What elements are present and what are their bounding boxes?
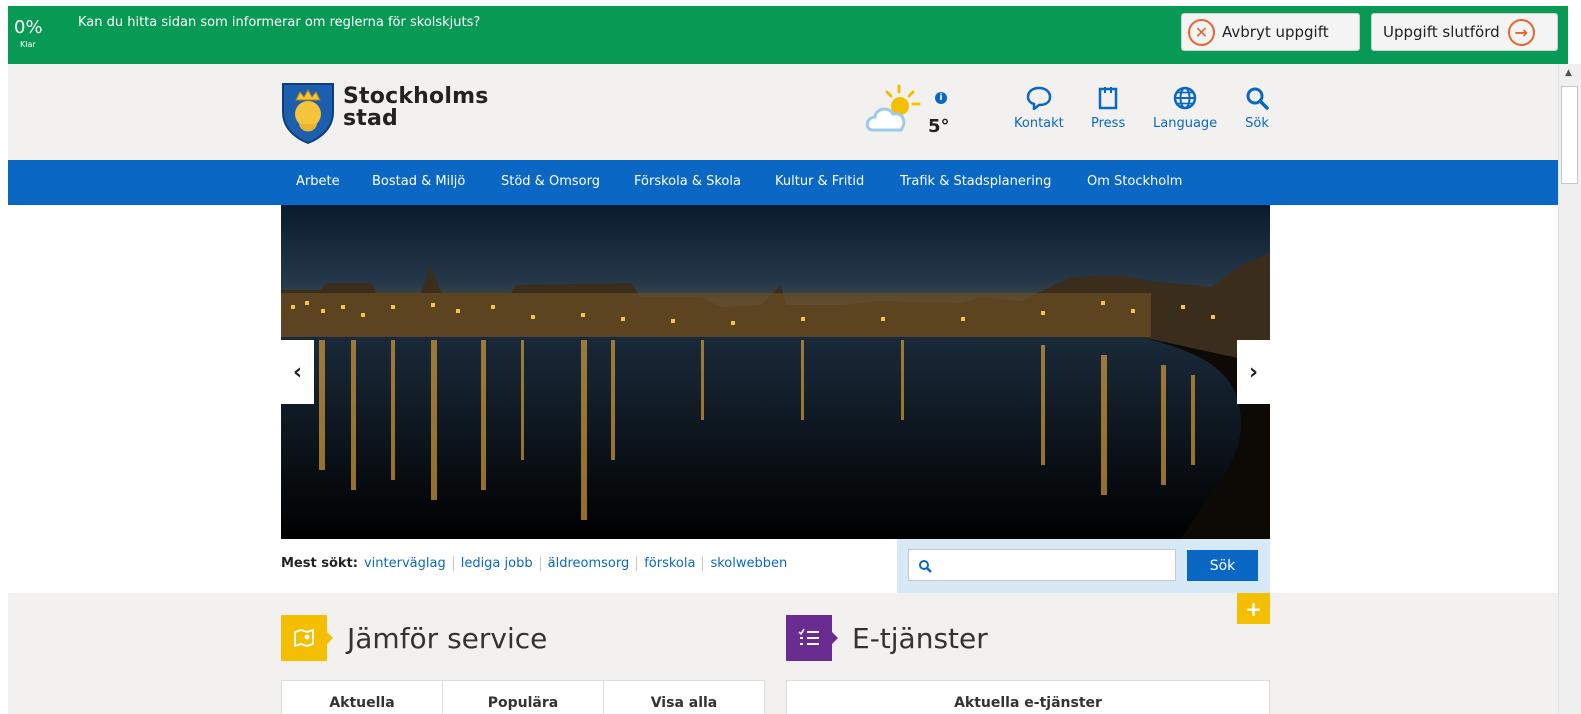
header-link-kontakt[interactable]: Kontakt	[1014, 86, 1064, 131]
eservices-heading[interactable]: E-tjänster	[786, 615, 988, 661]
speech-bubble-icon	[1026, 86, 1052, 110]
progress-indicator: 0% Klar	[14, 17, 43, 50]
nav-item-stod-omsorg[interactable]: Stöd & Omsorg	[501, 174, 600, 189]
abort-task-label: Avbryt uppgift	[1222, 23, 1329, 41]
checklist-icon	[786, 615, 838, 661]
site-logo[interactable]: Stockholms stad	[281, 82, 488, 144]
close-icon: ✕	[1188, 18, 1215, 46]
search-button[interactable]: Sök	[1187, 550, 1258, 581]
task-question: Kan du hitta sidan som informerar om reg…	[78, 15, 481, 30]
nav-item-arbete[interactable]: Arbete	[296, 174, 340, 189]
compare-service-heading[interactable]: Jämför service	[281, 615, 547, 661]
task-bar-inner: 0% Klar Kan du hitta sidan som informera…	[8, 6, 1568, 64]
site-header: Stockholms stad i 5° Kontakt Press Langu…	[8, 64, 1558, 160]
services-section: + Jämför service E-tjänster Aktuella Pop…	[8, 593, 1558, 714]
header-link-label: Press	[1091, 116, 1126, 131]
search-icon	[1246, 87, 1269, 110]
nav-item-trafik-stadsplanering[interactable]: Trafik & Stadsplanering	[900, 174, 1051, 189]
nav-item-forskola-skola[interactable]: Förskola & Skola	[634, 174, 741, 189]
page-scrollbar[interactable]: ▲	[1558, 64, 1581, 714]
weather-widget[interactable]: i 5°	[863, 84, 953, 144]
task-complete-button[interactable]: Uppgift slutförd →	[1371, 13, 1558, 51]
most-searched-link[interactable]: lediga jobb	[452, 556, 540, 571]
carousel-next-button[interactable]: ›	[1237, 340, 1270, 404]
compare-service-tabs: Aktuella Populära Visa alla	[281, 680, 765, 714]
temperature: 5°	[928, 116, 950, 137]
coat-of-arms-icon	[282, 83, 334, 144]
site-search: Sök	[897, 539, 1270, 593]
progress-label: Klar	[20, 40, 36, 49]
tab-visa-alla[interactable]: Visa alla	[604, 681, 764, 714]
chevron-right-icon: ›	[1248, 359, 1259, 385]
hero-image	[281, 205, 1270, 539]
main-navigation: Arbete Bostad & Miljö Stöd & Omsorg Förs…	[8, 160, 1558, 205]
nav-item-bostad-miljo[interactable]: Bostad & Miljö	[372, 174, 465, 189]
tab-aktuella[interactable]: Aktuella	[282, 681, 443, 714]
nav-item-om-stockholm[interactable]: Om Stockholm	[1087, 174, 1182, 189]
info-icon[interactable]: i	[935, 92, 947, 104]
search-icon	[919, 560, 932, 573]
progress-percent: 0%	[14, 17, 43, 38]
most-searched-link[interactable]: vinterväglag	[364, 556, 453, 571]
task-complete-label: Uppgift slutförd	[1383, 23, 1500, 41]
expand-plus-button[interactable]: +	[1237, 593, 1270, 624]
eservices-title: E-tjänster	[852, 621, 988, 655]
tab-populara[interactable]: Populära	[443, 681, 604, 714]
logo-line-2: stad	[343, 106, 399, 131]
search-input[interactable]	[908, 549, 1176, 581]
most-searched: Mest sökt: vinterväglag lediga jobb äldr…	[281, 556, 794, 571]
header-link-label: Language	[1153, 116, 1218, 131]
hero-carousel: ‹ ›	[281, 205, 1270, 539]
header-link-press[interactable]: Press	[1091, 86, 1125, 131]
scrollbar-thumb[interactable]	[1561, 86, 1578, 184]
scroll-up-icon[interactable]: ▲	[1565, 68, 1572, 78]
header-link-label: Sök	[1245, 116, 1269, 131]
chevron-left-icon: ‹	[292, 359, 303, 385]
header-link-label: Kontakt	[1014, 116, 1064, 131]
map-pin-icon	[281, 615, 333, 661]
most-searched-link[interactable]: skolwebben	[702, 556, 794, 571]
nav-item-kultur-fritid[interactable]: Kultur & Fritid	[775, 174, 864, 189]
most-searched-link[interactable]: äldreomsorg	[539, 556, 637, 571]
task-bar: 0% Klar Kan du hitta sidan som informera…	[0, 0, 1581, 65]
notepad-icon	[1098, 87, 1118, 110]
arrow-right-icon: →	[1507, 18, 1535, 46]
most-searched-link[interactable]: förskola	[636, 556, 702, 571]
header-link-search[interactable]: Sök	[1245, 86, 1269, 131]
logo-line-1: Stockholms	[343, 84, 489, 109]
tab-aktuella-etjanster[interactable]: Aktuella e-tjänster	[786, 680, 1270, 714]
logo-text: Stockholms stad	[343, 86, 488, 130]
most-searched-label: Mest sökt:	[281, 556, 358, 571]
abort-task-button[interactable]: ✕ Avbryt uppgift	[1181, 13, 1360, 51]
partly-cloudy-icon	[865, 84, 921, 132]
carousel-prev-button[interactable]: ‹	[281, 340, 314, 404]
globe-icon	[1173, 86, 1197, 110]
compare-service-title: Jämför service	[347, 621, 548, 655]
header-link-language[interactable]: Language	[1153, 86, 1217, 131]
